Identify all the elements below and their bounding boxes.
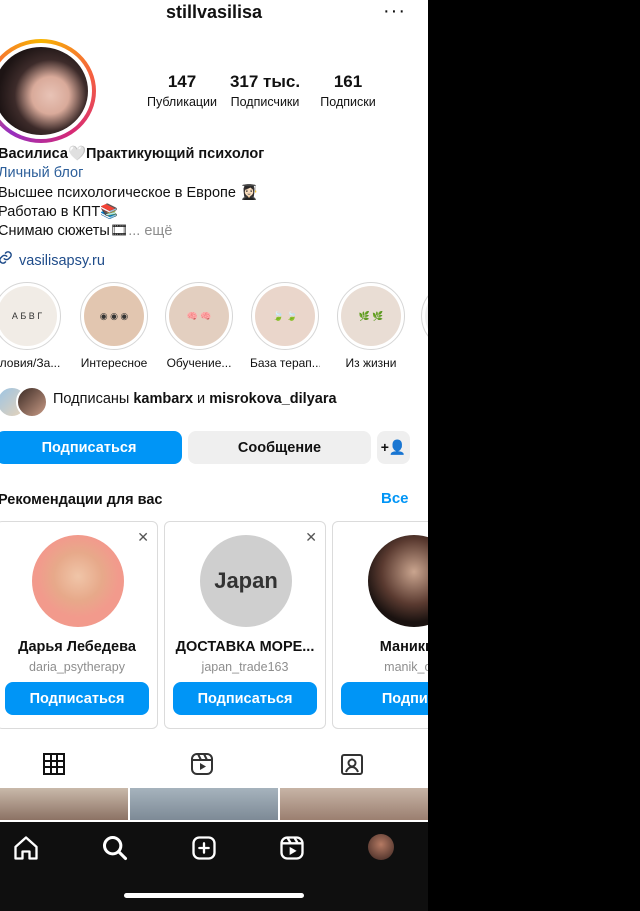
follow-button[interactable]: Подписаться	[0, 431, 182, 464]
bio-line: Снимаю сюжеты🎞... ещё	[0, 222, 172, 239]
profile-username: stillvasilisa	[165, 2, 263, 22]
japan-logo-text: Japan	[214, 568, 278, 593]
highlight-item[interactable]: 🍃 🍃 База терап...	[250, 282, 320, 370]
search-icon[interactable]	[101, 834, 129, 862]
home-indicator	[124, 893, 304, 898]
recommendation-avatar: Japan	[200, 535, 292, 627]
highlight-cover: 🍃 🍃	[255, 286, 315, 346]
recommendation-card[interactable]: Маникюр manik_ot_ Подписа	[332, 521, 428, 729]
add-person-icon[interactable]: +👤	[377, 431, 410, 464]
stat-following-value: 161	[333, 72, 363, 91]
mutual-text: Подписаны kambarx и misrokova_dilyara	[53, 391, 337, 407]
stat-followers-label: Подписчики	[230, 95, 300, 109]
recommendation-follow-button[interactable]: Подписаться	[173, 682, 317, 715]
highlight-label: словия/За...	[0, 356, 61, 370]
close-icon[interactable]: ✕	[305, 529, 317, 546]
highlight-item[interactable]: ◉ ◉ ◉ Интересное	[79, 282, 149, 370]
recommendation-name: ДОСТАВКА МОРЕ...	[175, 639, 315, 655]
highlight-item[interactable]: 🌿 🌿 Из жизни	[336, 282, 406, 370]
stat-followers-value: 317 тыс.	[229, 72, 301, 91]
bio-category: Личный блог	[0, 165, 84, 181]
profile-avatar[interactable]	[0, 39, 96, 143]
recommendation-follow-button[interactable]: Подписаться	[5, 682, 149, 715]
mutual-user[interactable]: misrokova_dilyara	[209, 391, 336, 407]
highlight-label: Из жизни	[345, 356, 397, 370]
stat-posts[interactable]: 147 Публикации	[140, 72, 224, 109]
reels-nav-icon[interactable]	[278, 834, 306, 862]
highlight-label: М	[420, 356, 428, 370]
highlight-label: База терап...	[250, 356, 320, 370]
tagged-tab-icon[interactable]	[340, 752, 366, 778]
more-options-icon[interactable]: ···	[383, 0, 406, 23]
recommendation-avatar	[368, 535, 428, 627]
bio-line-text: Снимаю сюжеты🎞	[0, 223, 129, 239]
highlight-cover: А Б В Г	[0, 286, 57, 346]
bio-more-link[interactable]: ... ещё	[128, 223, 172, 239]
recommendations-title: Рекомендации для вас	[0, 492, 163, 508]
recommendation-card[interactable]: ✕ Japan ДОСТАВКА МОРЕ... japan_trade163 …	[164, 521, 326, 729]
profile-nav-avatar[interactable]	[368, 834, 394, 860]
highlight-cover	[425, 286, 428, 346]
post-thumbnail[interactable]	[130, 788, 278, 820]
reels-tab-icon[interactable]	[190, 752, 216, 778]
stat-following-label: Подписки	[320, 95, 376, 109]
bio-line: Высшее психологическое в Европе 👩🏻‍🎓	[0, 185, 259, 201]
phone-screen: ‹ stillvasilisa ··· 147 Публикации 317 т…	[0, 0, 428, 911]
stat-followers[interactable]: 317 тыс. Подписчики	[224, 72, 306, 109]
stat-posts-value: 147	[167, 72, 197, 91]
mutual-user[interactable]: kambarx	[133, 391, 193, 407]
highlight-label: Интересное	[80, 356, 148, 370]
recommendation-avatar	[32, 535, 124, 627]
close-icon[interactable]: ✕	[137, 529, 149, 546]
highlight-cover: 🧠 🧠	[169, 286, 229, 346]
highlight-label: Обучение...	[166, 356, 232, 370]
home-icon[interactable]	[12, 834, 40, 862]
recommendation-name: Дарья Лебедева	[18, 639, 136, 655]
recommendation-username: japan_trade163	[201, 660, 289, 674]
post-thumbnail[interactable]	[280, 788, 428, 820]
create-post-icon[interactable]	[190, 834, 218, 862]
highlight-item[interactable]: А Б В Г словия/За...	[0, 282, 62, 370]
stat-following[interactable]: 161 Подписки	[308, 72, 388, 109]
recommendation-name: Маникюр	[379, 639, 428, 655]
recommendation-username: daria_psytherapy	[29, 660, 125, 674]
message-button[interactable]: Сообщение	[188, 431, 371, 464]
website-text: vasilisapsy.ru	[19, 253, 105, 269]
highlight-cover: 🌿 🌿	[341, 286, 401, 346]
bio-name: Василиса🤍Практикующий психолог	[0, 146, 265, 162]
recommendation-card[interactable]: ✕ Дарья Лебедева daria_psytherapy Подпис…	[0, 521, 158, 729]
highlight-cover: ◉ ◉ ◉	[84, 286, 144, 346]
highlight-item[interactable]: 🧠 🧠 Обучение...	[164, 282, 234, 370]
post-thumbnail[interactable]	[0, 788, 128, 820]
link-icon	[0, 250, 13, 269]
grid-tab-icon[interactable]	[42, 752, 68, 778]
recommendation-username: manik_ot_	[384, 660, 428, 674]
bio-website-link[interactable]: vasilisapsy.ru	[0, 250, 105, 269]
bio-line: Работаю в КПТ📚	[0, 204, 119, 220]
mutual-followers[interactable]: Подписаны kambarx и misrokova_dilyara	[0, 386, 428, 418]
mutual-avatar	[16, 386, 48, 418]
stat-posts-label: Публикации	[146, 95, 218, 109]
see-all-link[interactable]: Все	[381, 490, 409, 507]
recommendation-follow-button[interactable]: Подписа	[341, 682, 428, 715]
highlight-item[interactable]: М	[420, 282, 428, 370]
